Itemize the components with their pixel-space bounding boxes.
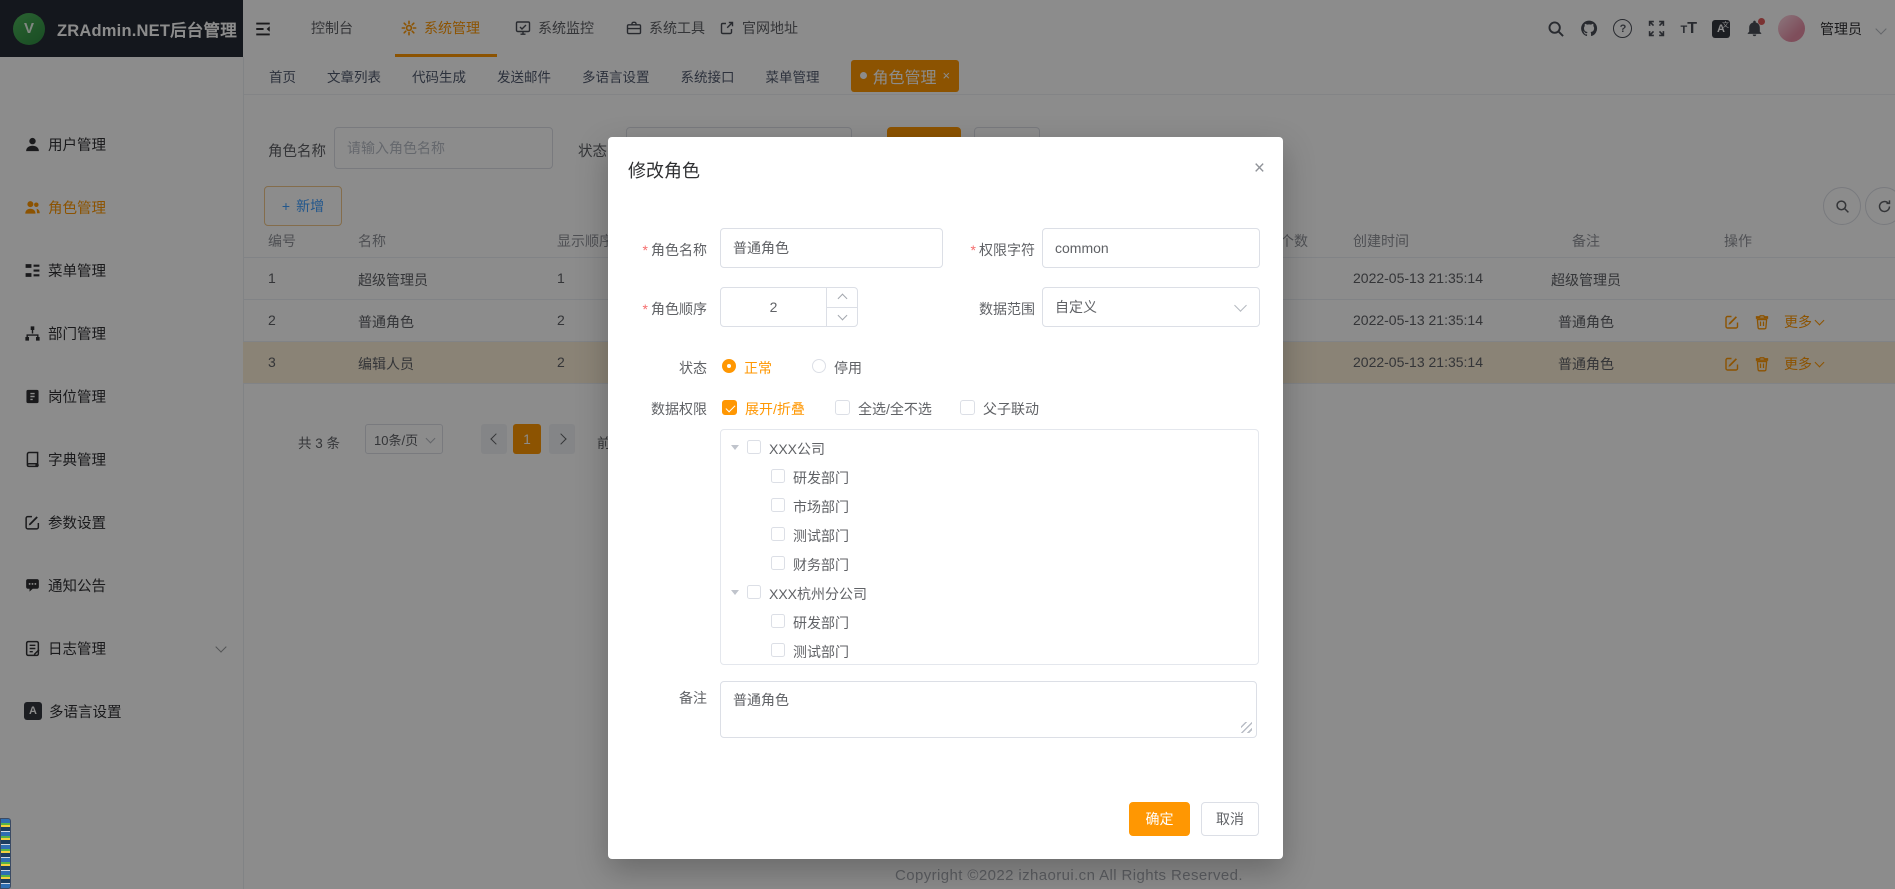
tree-checkbox[interactable]	[771, 614, 785, 628]
stepper-down-button[interactable]	[827, 308, 857, 327]
parent-child-linkage-checkbox[interactable]	[960, 400, 975, 415]
tree-node-label[interactable]: 市场部门	[793, 497, 849, 517]
data-permission-label: 数据权限	[608, 399, 707, 419]
edit-role-dialog: 修改角色 × *角色名称 *权限字符 *角色顺序 2 数据范围 自定义 状态 正…	[608, 137, 1283, 859]
data-scope-label: 数据范围	[918, 299, 1035, 319]
tree-checkbox[interactable]	[771, 469, 785, 483]
tree-checkbox[interactable]	[747, 440, 761, 454]
status-disabled-radio[interactable]	[812, 359, 826, 373]
department-tree: XXX公司 研发部门 市场部门 测试部门 财务部门 XXX杭州分公司	[720, 429, 1259, 665]
role-key-input[interactable]	[1042, 228, 1260, 268]
tree-node-label[interactable]: XXX杭州分公司	[769, 584, 867, 604]
chevron-up-icon	[837, 294, 847, 304]
stepper-controls	[826, 288, 857, 326]
tree-node-label[interactable]: XXX公司	[769, 439, 825, 459]
role-order-value[interactable]: 2	[721, 288, 826, 326]
role-order-label: *角色顺序	[608, 299, 707, 319]
status-label: 状态	[608, 358, 707, 378]
data-scope-value: 自定义	[1055, 297, 1236, 317]
textarea-resize-handle[interactable]	[1241, 722, 1252, 733]
confirm-button[interactable]: 确定	[1129, 802, 1190, 836]
app-screen: V ZRAdmin.NET后台管理 控制台 系统管理 系统监控 系统工具	[0, 0, 1895, 889]
chevron-down-icon	[837, 310, 847, 320]
tree-checkbox[interactable]	[771, 556, 785, 570]
select-all-checkbox[interactable]	[835, 400, 850, 415]
tree-node-company[interactable]: XXX公司	[721, 433, 1258, 462]
caret-down-icon[interactable]	[731, 445, 739, 450]
select-all-label[interactable]: 全选/全不选	[858, 399, 932, 419]
required-asterisk: *	[971, 242, 976, 258]
remark-textarea[interactable]: 普通角色	[720, 681, 1257, 738]
tree-node-dept[interactable]: 市场部门	[721, 491, 1258, 520]
tree-checkbox[interactable]	[747, 585, 761, 599]
cancel-button[interactable]: 取消	[1201, 802, 1259, 836]
required-asterisk: *	[643, 301, 648, 317]
tree-node-branch-company[interactable]: XXX杭州分公司	[721, 578, 1258, 607]
tree-node-label[interactable]: 研发部门	[793, 468, 849, 488]
tree-node-dept[interactable]: 财务部门	[721, 549, 1258, 578]
parent-child-linkage-label[interactable]: 父子联动	[983, 399, 1039, 419]
tree-node-label[interactable]: 测试部门	[793, 642, 849, 662]
expand-collapse-label[interactable]: 展开/折叠	[745, 399, 805, 419]
close-icon[interactable]: ×	[1254, 159, 1265, 178]
tree-node-dept[interactable]: 测试部门	[721, 520, 1258, 549]
stepper-up-button[interactable]	[827, 288, 857, 308]
tree-node-label[interactable]: 测试部门	[793, 526, 849, 546]
tree-node-dept[interactable]: 研发部门	[721, 462, 1258, 491]
tree-node-label[interactable]: 研发部门	[793, 613, 849, 633]
mini-preview-widget[interactable]	[0, 818, 11, 889]
status-normal-radio[interactable]	[722, 359, 736, 373]
status-normal-label[interactable]: 正常	[744, 358, 772, 378]
tree-checkbox[interactable]	[771, 498, 785, 512]
role-key-label: *权限字符	[908, 240, 1035, 260]
role-order-stepper: 2	[720, 287, 858, 327]
tree-node-label[interactable]: 财务部门	[793, 555, 849, 575]
chevron-down-icon	[1234, 299, 1247, 312]
required-asterisk: *	[643, 242, 648, 258]
caret-down-icon[interactable]	[731, 590, 739, 595]
tree-checkbox[interactable]	[771, 643, 785, 657]
tree-checkbox[interactable]	[771, 527, 785, 541]
data-scope-select[interactable]: 自定义	[1042, 287, 1260, 327]
tree-node-dept[interactable]: 研发部门	[721, 607, 1258, 636]
dialog-title: 修改角色	[628, 157, 700, 183]
role-name-label: *角色名称	[608, 240, 707, 260]
expand-collapse-checkbox[interactable]	[722, 400, 737, 415]
status-disabled-label[interactable]: 停用	[834, 358, 862, 378]
tree-node-dept[interactable]: 测试部门	[721, 636, 1258, 665]
remark-label: 备注	[644, 688, 707, 708]
